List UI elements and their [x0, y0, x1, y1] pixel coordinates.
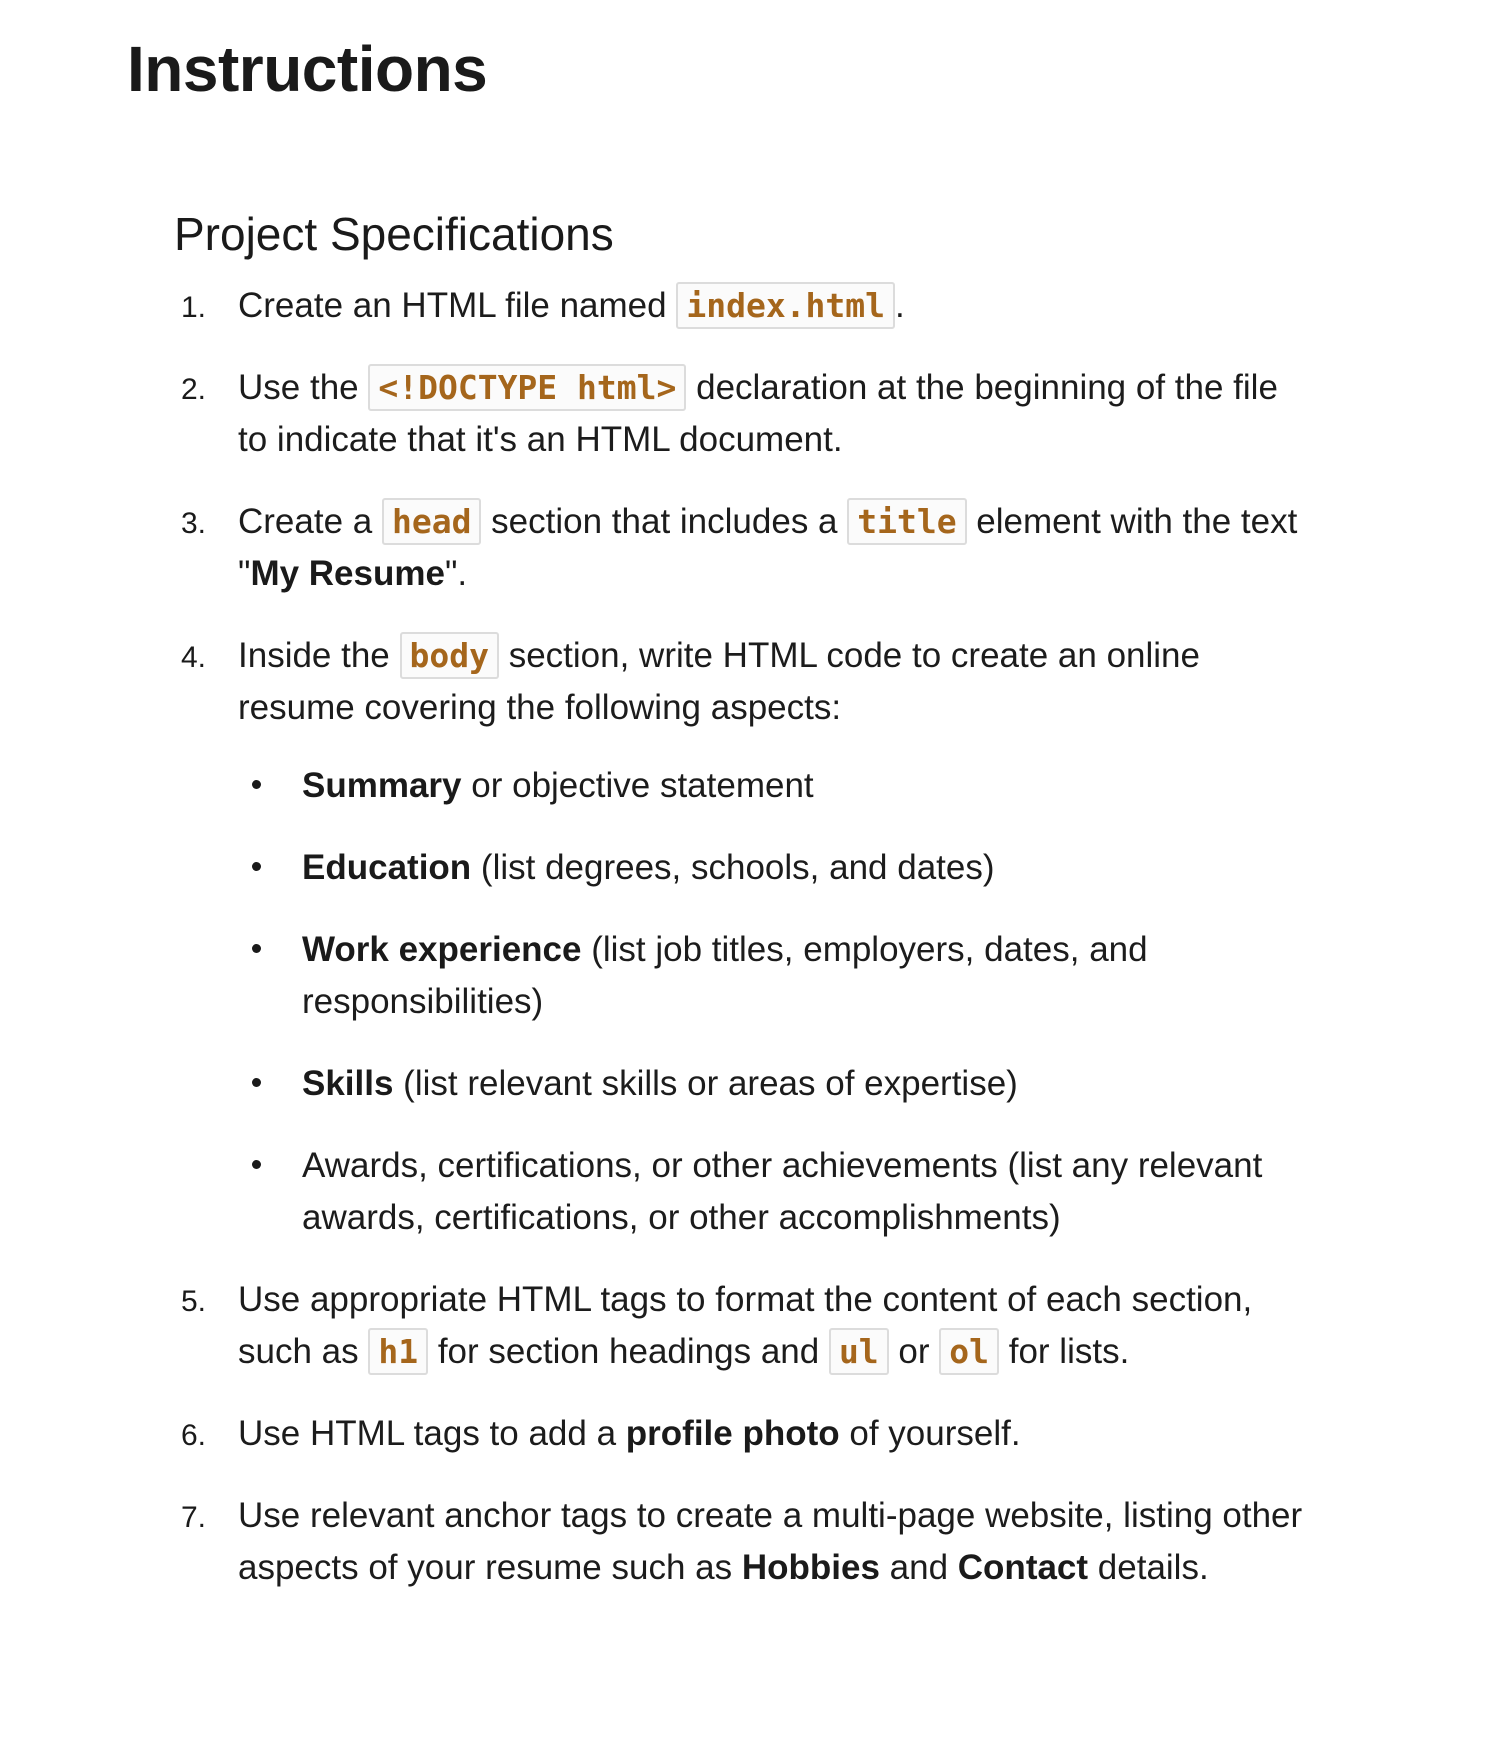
code-snippet: h1 [368, 1328, 429, 1375]
item-text: Use the [238, 368, 369, 407]
spec-item-3: 3. Create a head section that includes a… [174, 496, 1304, 600]
item-text: for section headings and [428, 1332, 829, 1371]
code-snippet: head [381, 498, 482, 545]
item-text: . [895, 286, 905, 325]
bold-text: profile photo [625, 1414, 840, 1453]
item-text: ". [444, 554, 468, 593]
bullet-icon [252, 780, 261, 789]
bullet-icon [252, 1078, 261, 1087]
spec-item-2: 2. Use the <!DOCTYPE html> declaration a… [174, 362, 1304, 466]
resume-aspects-list: Summary or objective statement Education… [238, 760, 1304, 1244]
bullet-icon [252, 944, 261, 953]
specifications-list: 1. Create an HTML file named index.html.… [174, 280, 1304, 1624]
spec-item-5: 5. Use appropriate HTML tags to format t… [174, 1274, 1304, 1378]
page-title: Instructions [127, 33, 488, 105]
item-text: details. [1088, 1548, 1209, 1587]
bold-text: My Resume [250, 554, 445, 593]
item-text: Create a [238, 502, 382, 541]
code-snippet: index.html [676, 282, 896, 329]
code-snippet: <!DOCTYPE html> [368, 364, 687, 411]
item-text: Inside the [238, 636, 400, 675]
list-item: Summary or objective statement [238, 760, 1304, 812]
spec-item-6: 6. Use HTML tags to add a profile photo … [174, 1408, 1304, 1460]
item-text: section that includes a [481, 502, 848, 541]
list-item: Skills (list relevant skills or areas of… [238, 1058, 1304, 1110]
item-text: for lists. [999, 1332, 1130, 1371]
bold-text: Work experience [302, 930, 582, 969]
bold-text: Hobbies [741, 1548, 880, 1587]
item-text: Awards, certifications, or other achieve… [302, 1146, 1263, 1237]
item-text: and [879, 1548, 958, 1587]
bold-text: Contact [957, 1548, 1089, 1587]
item-number: 1. [180, 291, 206, 324]
list-item: Work experience (list job titles, employ… [238, 924, 1304, 1028]
item-text: (list relevant skills or areas of expert… [393, 1064, 1018, 1103]
list-item: Education (list degrees, schools, and da… [238, 842, 1304, 894]
item-text: of yourself. [839, 1414, 1021, 1453]
spec-item-1: 1. Create an HTML file named index.html. [174, 280, 1304, 332]
code-snippet: ol [939, 1328, 1000, 1375]
item-text: (list degrees, schools, and dates) [471, 848, 995, 887]
bold-text: Education [302, 848, 472, 887]
item-text: Use HTML tags to add a [238, 1414, 626, 1453]
bold-text: Skills [302, 1064, 394, 1103]
item-number: 4. [180, 641, 206, 674]
item-number: 6. [180, 1419, 206, 1452]
item-number: 2. [180, 373, 206, 406]
item-number: 3. [180, 507, 206, 540]
bullet-icon [252, 862, 261, 871]
bold-text: Summary [302, 766, 462, 805]
item-text: or [888, 1332, 940, 1371]
list-item: Awards, certifications, or other achieve… [238, 1140, 1304, 1244]
bullet-icon [252, 1160, 261, 1169]
code-snippet: ul [828, 1328, 889, 1375]
item-text: or objective statement [461, 766, 814, 805]
section-title: Project Specifications [174, 208, 614, 260]
spec-item-7: 7. Use relevant anchor tags to create a … [174, 1490, 1304, 1594]
item-number: 7. [180, 1501, 206, 1534]
code-snippet: body [399, 632, 499, 679]
code-snippet: title [847, 498, 967, 545]
spec-item-4: 4. Inside the body section, write HTML c… [174, 630, 1304, 1244]
item-text: Create an HTML file named [238, 286, 677, 325]
item-number: 5. [180, 1285, 206, 1318]
